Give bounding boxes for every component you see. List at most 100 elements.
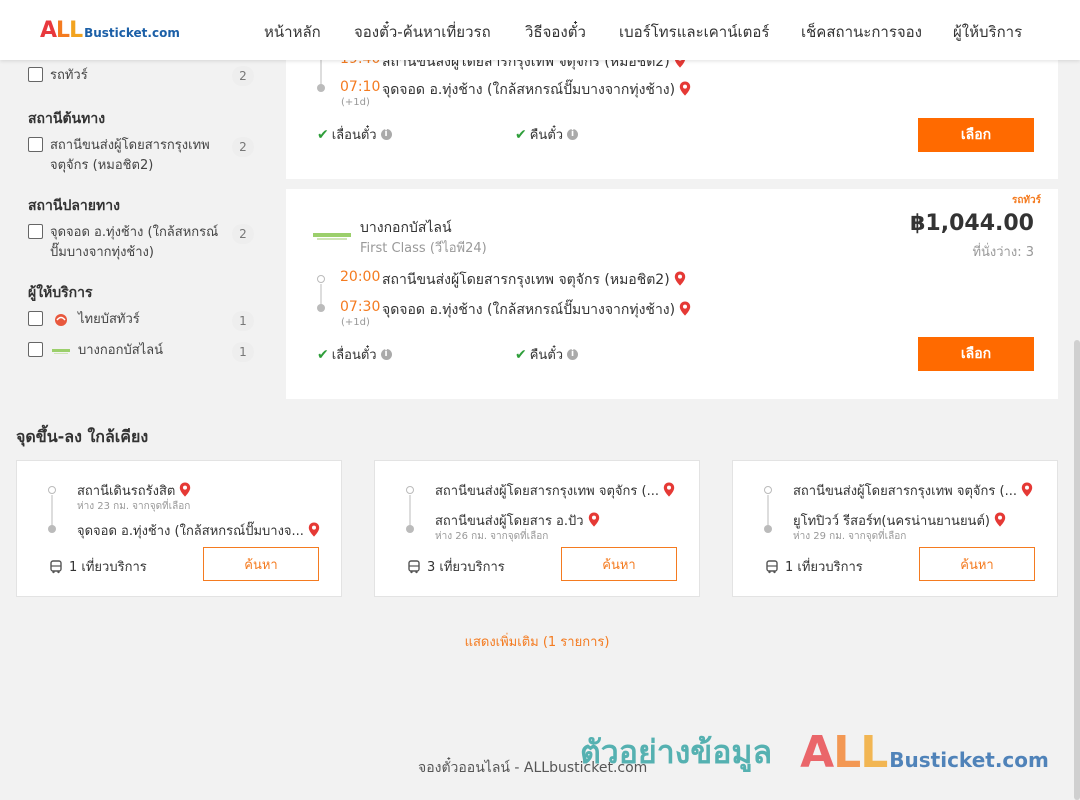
checkbox[interactable] (28, 224, 43, 239)
refund-ticket-feature: ✔ คืนตั๋ว i (515, 124, 579, 145)
to-dot (406, 525, 414, 533)
info-icon[interactable]: i (380, 349, 392, 360)
nearby-distance: ห่าง 23 กม. จากจุดที่เลือก (77, 501, 191, 512)
nearby-trip-count: 1 เที่ยวบริการ (765, 556, 863, 577)
location-pin-icon[interactable] (588, 512, 600, 527)
nearby-search-button[interactable]: ค้นหา (203, 547, 319, 581)
arrival-stop: จุดจอด อ.ทุ่งช้าง (ใกล้สหกรณ์ปั๊มบางจากท… (382, 299, 691, 321)
destination-filter-title: สถานีปลายทาง (28, 198, 120, 214)
bangkokbusline-logo-icon (52, 349, 70, 354)
checkbox[interactable] (28, 137, 43, 152)
nearby-to-stop: สถานีขนส่งผู้โดยสาร อ.ปัว (435, 510, 600, 531)
select-trip-button[interactable]: เลือก (918, 118, 1034, 152)
location-pin-icon[interactable] (679, 81, 691, 96)
bus-type-badge: รถทัวร์ (1012, 195, 1042, 206)
nav-phone-counter[interactable]: เบอร์โทรและเคาน์เตอร์ (619, 20, 769, 44)
arrival-time: 07:10 (340, 79, 381, 95)
arrival-dot (317, 304, 325, 312)
filter-label: สถานีขนส่งผู้โดยสารกรุงเทพ จตุจักร (หมอช… (50, 138, 210, 173)
nearby-to-stop: จุดจอด อ.ทุ่งช้าง (ใกล้สหกรณ์ปั๊มบางจ... (77, 520, 320, 541)
nearby-trip-count: 3 เที่ยวบริการ (407, 556, 505, 577)
sample-data-watermark: ตัวอย่างข้อมูล ALL Busticket.com (580, 727, 1049, 778)
check-icon: ✔ (515, 346, 527, 363)
watermark-all-text: ALL (800, 727, 888, 778)
nav-check-status[interactable]: เช็คสถานะการจอง (801, 20, 922, 44)
logo-busticket-text: Busticket.com (84, 26, 180, 40)
checkbox[interactable] (28, 67, 43, 82)
filter-operator-bangkokbusline[interactable]: บางกอกบัสไลน์ 1 (28, 341, 254, 362)
filter-count: 1 (232, 342, 254, 362)
nearby-search-button[interactable]: ค้นหา (561, 547, 677, 581)
thaibus-logo-icon (55, 314, 67, 326)
filter-count: 2 (232, 137, 254, 157)
change-ticket-feature: ✔ เลื่อนตั๋ว i (317, 344, 392, 365)
bus-icon (766, 559, 778, 573)
info-icon[interactable]: i (380, 129, 392, 140)
filter-label: ไทยบัสทัวร์ (78, 312, 140, 327)
bangkokbusline-logo-icon (313, 233, 351, 240)
departure-time: 20:00 (340, 269, 381, 285)
nearby-from-stop: สถานีขนส่งผู้โดยสารกรุงเทพ จตุจักร (... (793, 480, 1033, 501)
filter-label: จุดจอด อ.ทุ่งช้าง (ใกล้สหกรณ์ปั๊มบางจากท… (50, 225, 219, 260)
location-pin-icon[interactable] (674, 271, 686, 286)
arrival-dot (317, 84, 325, 92)
departure-dot (317, 275, 325, 283)
logo-all-text: ALL (40, 18, 83, 43)
from-dot (764, 486, 772, 494)
trip-card: รถทัวร์ บางกอกบัสไลน์ First Class (วีไอพ… (286, 189, 1058, 399)
operator-name: บางกอกบัสไลน์ (360, 220, 452, 236)
filter-origin-station[interactable]: สถานีขนส่งผู้โดยสารกรุงเทพ จตุจักร (หมอช… (28, 136, 254, 176)
seats-available: ที่นั่งว่าง: 3 (972, 245, 1034, 260)
nav-how-to-book[interactable]: วิธีจองตั๋ว (525, 20, 586, 44)
info-icon[interactable]: i (567, 129, 579, 140)
nearby-distance: ห่าง 29 กม. จากจุดที่เลือก (793, 531, 907, 542)
refund-ticket-feature: ✔ คืนตั๋ว i (515, 344, 579, 365)
location-pin-icon[interactable] (308, 522, 320, 537)
ticket-price: ฿1,044.00 (910, 211, 1034, 236)
filter-label: รถทัวร์ (50, 68, 88, 83)
select-trip-button[interactable]: เลือก (918, 337, 1034, 371)
to-dot (764, 525, 772, 533)
nearby-route-card: สถานีขนส่งผู้โดยสารกรุงเทพ จตุจักร (... … (732, 460, 1058, 597)
filter-label: บางกอกบัสไลน์ (78, 343, 164, 358)
nav-book-search[interactable]: จองตั๋ว-ค้นหาเที่ยวรถ (354, 20, 491, 44)
to-dot (48, 525, 56, 533)
nav-operators[interactable]: ผู้ให้บริการ (953, 20, 1022, 44)
nearby-from-stop: สถานีเดินรถรังสิต (77, 480, 191, 501)
filter-count: 1 (232, 311, 254, 331)
nearby-stops-title: จุดขึ้น-ลง ใกล้เคียง (16, 427, 149, 446)
location-pin-icon[interactable] (679, 301, 691, 316)
arrival-stop: จุดจอด อ.ทุ่งช้าง (ใกล้สหกรณ์ปั๊มบางจากท… (382, 79, 691, 101)
location-pin-icon[interactable] (1021, 482, 1033, 497)
location-pin-icon[interactable] (994, 512, 1006, 527)
change-ticket-feature: ✔ เลื่อนตั๋ว i (317, 124, 392, 145)
bus-icon (408, 559, 420, 573)
site-logo[interactable]: ALL Busticket.com (40, 18, 180, 43)
show-more-link[interactable]: แสดงเพิ่มเติม (1 รายการ) (0, 631, 1074, 652)
nearby-distance: ห่าง 26 กม. จากจุดที่เลือก (435, 531, 549, 542)
bus-icon (50, 559, 62, 573)
site-header: ALL Busticket.com หน้าหลัก จองตั๋ว-ค้นหา… (0, 0, 1080, 60)
departure-stop: สถานีขนส่งผู้โดยสารกรุงเทพ จตุจักร (หมอช… (382, 269, 686, 291)
nearby-route-card: สถานีเดินรถรังสิต ห่าง 23 กม. จากจุดที่เ… (16, 460, 342, 597)
info-icon[interactable]: i (567, 349, 579, 360)
location-pin-icon[interactable] (179, 482, 191, 497)
checkbox[interactable] (28, 311, 43, 326)
checkbox[interactable] (28, 342, 43, 357)
nav-home[interactable]: หน้าหลัก (264, 20, 321, 44)
operator-filter-title: ผู้ให้บริการ (28, 285, 93, 301)
page-scrollbar[interactable] (1074, 340, 1080, 800)
trip-card: 19:40 สถานีขนส่งผู้โดยสารกรุงเทพ จตุจักร… (286, 40, 1058, 179)
nearby-search-button[interactable]: ค้นหา (919, 547, 1035, 581)
route-line (767, 495, 769, 527)
filter-operator-thaibus[interactable]: ไทยบัสทัวร์ 1 (28, 310, 254, 331)
nearby-trip-count: 1 เที่ยวบริการ (49, 556, 147, 577)
location-pin-icon[interactable] (663, 482, 675, 497)
next-day-label: (+1d) (341, 317, 370, 328)
arrival-time: 07:30 (340, 299, 381, 315)
filter-bus-type[interactable]: รถทัวร์ 2 (28, 66, 254, 86)
nearby-to-stop: ยูโทปิวว์ รีสอร์ท(นครน่านยานยนต์) (793, 510, 1006, 531)
filter-destination-station[interactable]: จุดจอด อ.ทุ่งช้าง (ใกล้สหกรณ์ปั๊มบางจากท… (28, 223, 254, 263)
check-icon: ✔ (317, 126, 329, 143)
route-line (409, 495, 411, 527)
